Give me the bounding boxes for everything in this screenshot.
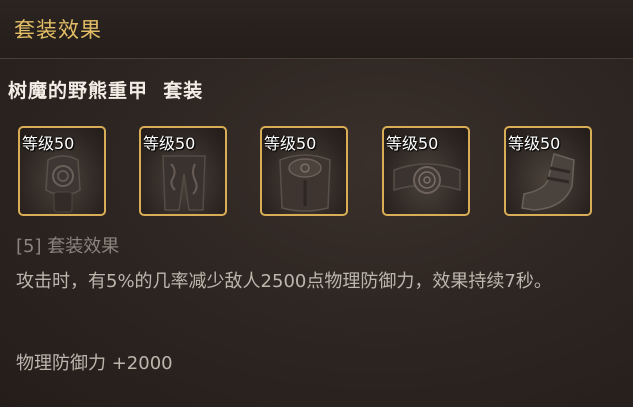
set-effect-description: 攻击时，有5%的几率减少敌人2500点物理防御力，效果持续7秒。 [16, 271, 552, 292]
panel-header: 套装效果 [0, 0, 633, 59]
set-piece-slot[interactable]: 等级50 [504, 126, 592, 216]
set-name: 树魔的野熊重甲 套装 [8, 80, 204, 102]
set-piece-slot[interactable]: 等级50 [18, 126, 106, 216]
panel-title: 套装效果 [14, 18, 102, 42]
set-piece-slot[interactable]: 等级50 [382, 126, 470, 216]
set-bonus-panel: 套装效果 树魔的野熊重甲 套装 等级50 等级50 等级50 等级50 等级50… [0, 0, 633, 407]
belt-icon [393, 163, 461, 194]
set-piece-slot[interactable]: 等级50 [139, 126, 227, 216]
leg-armor-icon [162, 155, 206, 211]
set-pieces: 等级50 等级50 等级50 等级50 等级50 [18, 126, 608, 218]
set-effect-title: [5] 套装效果 [16, 236, 120, 257]
gauntlet-icon [45, 155, 81, 213]
boot-icon [521, 153, 575, 211]
set-piece-slot[interactable]: 等级50 [260, 126, 348, 216]
chest-armor-icon [279, 154, 331, 212]
set-stat-bonus: 物理防御力 +2000 [16, 353, 173, 374]
